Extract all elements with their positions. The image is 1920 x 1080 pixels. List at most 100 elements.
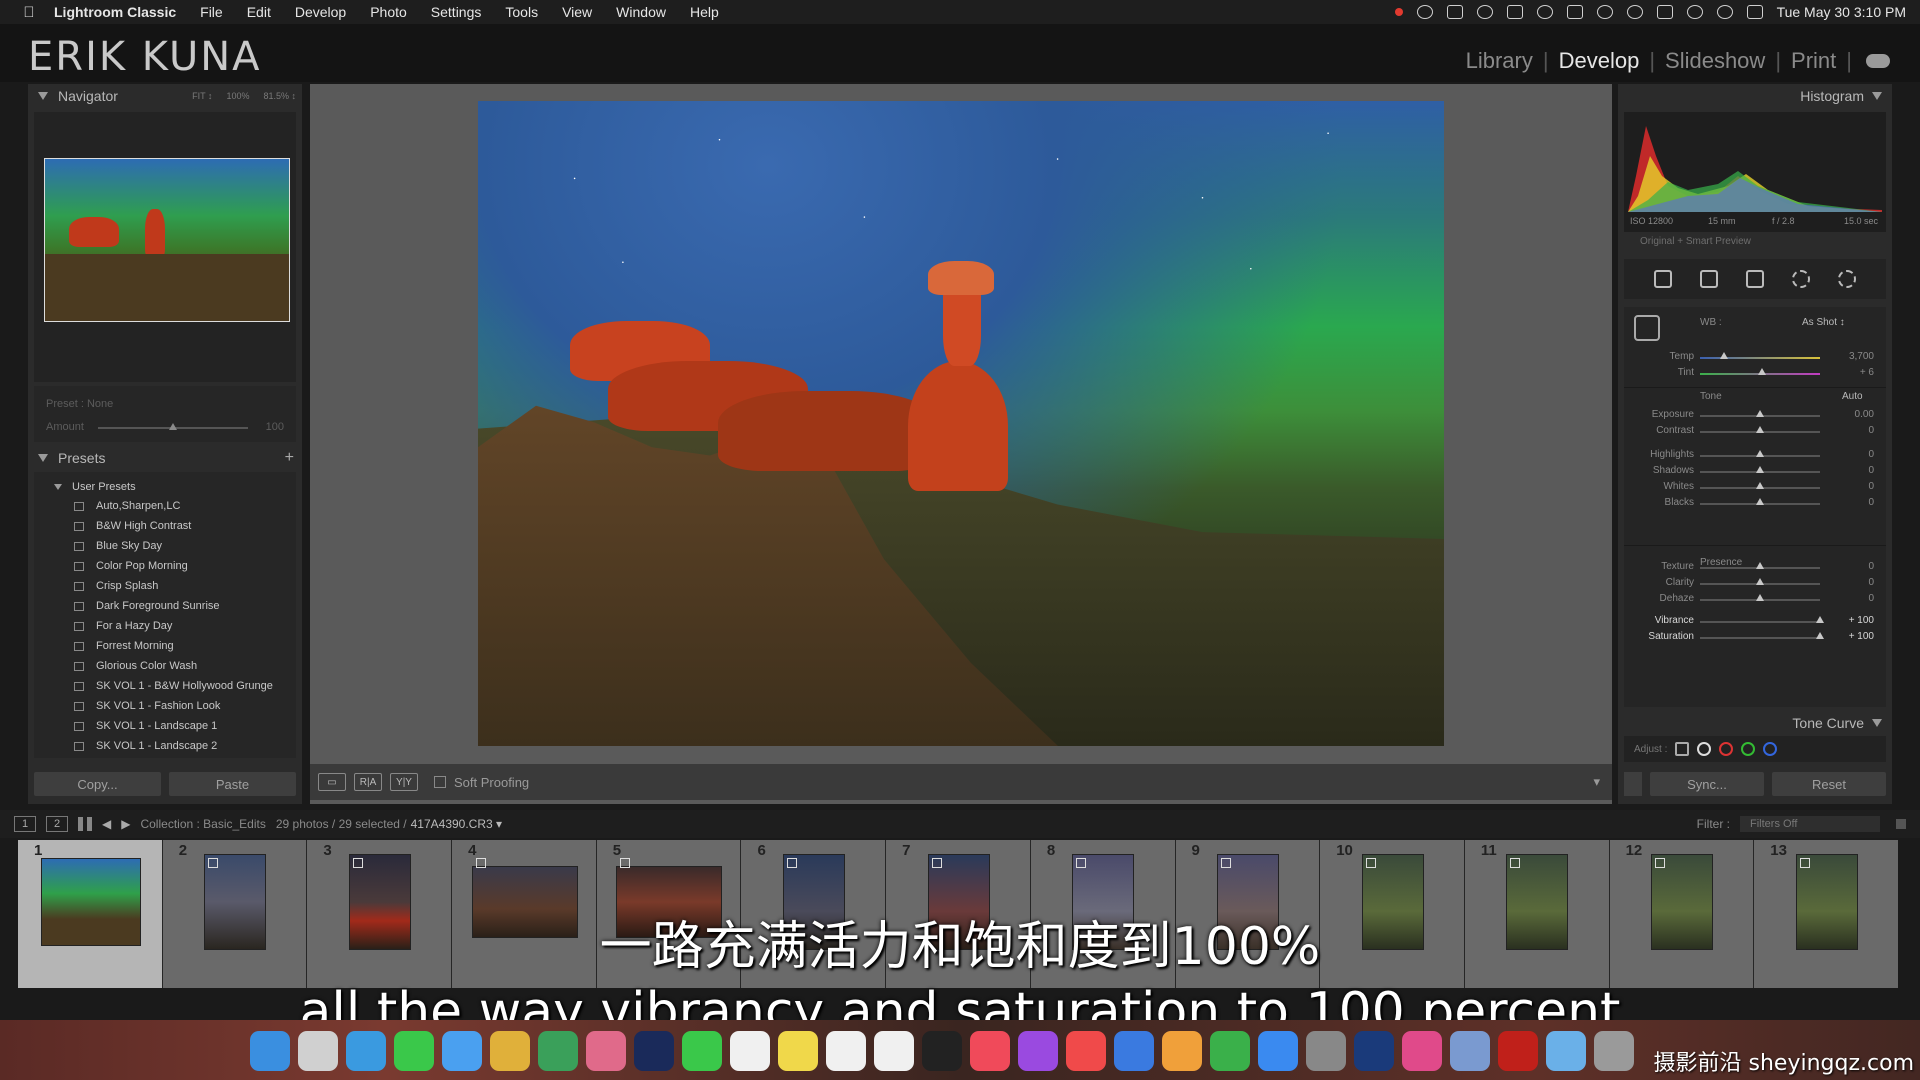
keynote-icon[interactable] [1114,1031,1154,1071]
collapse-triangle-icon[interactable] [1872,719,1882,727]
photos-icon[interactable] [586,1031,626,1071]
slider-thumb[interactable] [1756,482,1764,489]
messages-icon[interactable] [394,1031,434,1071]
navigator-thumbnail[interactable] [44,158,290,322]
nav-zoom-option[interactable]: 81.5% ↕ [263,91,296,101]
red-eye-icon[interactable] [1792,270,1810,288]
slider-clarity[interactable]: Clarity 0 [1624,575,1886,591]
smart-preview-status[interactable]: Original + Smart Preview [1618,236,1892,247]
slider-value[interactable]: 0 [1868,425,1874,436]
slider-thumb[interactable] [1816,616,1824,623]
slider-thumb[interactable] [1756,578,1764,585]
before-after-yy-icon[interactable]: Y|Y [390,773,418,791]
preset-item[interactable]: Blue Sky Day [34,536,296,556]
cloud-sync-icon[interactable] [1536,5,1553,19]
eyedropper-icon[interactable] [1634,315,1660,341]
healing-icon[interactable] [1746,270,1764,288]
flame-icon[interactable] [1596,5,1613,19]
histogram[interactable]: ISO 12800 15 mm f / 2.8 15.0 sec [1624,112,1886,232]
slider-thumb[interactable] [1816,632,1824,639]
preset-item[interactable]: SK VOL 1 - Fashion Look [34,696,296,716]
slack-icon[interactable] [1402,1031,1442,1071]
blue-channel-icon[interactable] [1763,742,1778,756]
collapse-triangle-icon[interactable] [38,454,48,462]
module-slideshow[interactable]: Slideshow [1655,48,1775,74]
calendar-icon[interactable] [730,1031,770,1071]
preset-item[interactable]: Forrest Morning [34,636,296,656]
slider-whites[interactable]: Whites 0 [1624,479,1886,495]
nav-100-option[interactable]: 100% [226,91,249,101]
sync-button[interactable]: Sync... [1650,772,1764,796]
page-1-button[interactable]: 1 [14,816,36,832]
before-after-lr-icon[interactable]: R|A [354,773,382,791]
slider-thumb[interactable] [1756,498,1764,505]
slider-thumb[interactable] [1756,410,1764,417]
reset-button[interactable]: Reset [1772,772,1886,796]
menu-settings[interactable]: Settings [419,4,494,20]
control-center-icon[interactable] [1746,5,1763,19]
apple-menu-icon[interactable]:  [18,4,40,21]
current-filename[interactable]: 417A4390.CR3 ▾ [411,817,502,831]
menu-window[interactable]: Window [604,4,678,20]
wb-select[interactable]: As Shot ↕ [1802,317,1845,328]
photoshop-icon[interactable] [1354,1031,1394,1071]
collapse-triangle-icon[interactable] [1872,92,1882,100]
acrobat-icon[interactable] [1498,1031,1538,1071]
filter-lock-icon[interactable] [1896,819,1906,829]
folder-icon[interactable] [1546,1031,1586,1071]
menu-file[interactable]: File [188,4,235,20]
edit-sliders-icon[interactable] [1654,270,1672,288]
slider-value[interactable]: + 6 [1860,367,1874,378]
slider-track[interactable] [1700,637,1820,639]
slider-dehaze[interactable]: Dehaze 0 [1624,591,1886,607]
slider-value[interactable]: 0 [1868,465,1874,476]
music-icon[interactable] [970,1031,1010,1071]
slider-track[interactable] [1700,357,1820,359]
calendar-tray-icon[interactable] [1446,5,1463,19]
page-2-button[interactable]: 2 [46,816,68,832]
preset-item[interactable]: Crisp Splash [34,576,296,596]
slider-value[interactable]: 0 [1868,561,1874,572]
toolbar-menu-caret-icon[interactable]: ▾ [1593,774,1600,790]
cloud-icon[interactable] [1866,54,1890,68]
slider-texture[interactable]: Texture 0 [1624,559,1886,575]
soft-proofing-checkbox[interactable] [434,776,446,788]
finder-icon[interactable] [250,1031,290,1071]
menu-tools[interactable]: Tools [493,4,550,20]
safari-icon[interactable] [346,1031,386,1071]
slider-thumb[interactable] [1756,450,1764,457]
slider-value[interactable]: 0 [1868,497,1874,508]
histogram-header[interactable]: Histogram [1618,84,1892,108]
menu-develop[interactable]: Develop [283,4,358,20]
filter-select[interactable]: Filters Off [1740,816,1880,832]
menu-help[interactable]: Help [678,4,731,20]
slider-exposure[interactable]: Exposure 0.00 [1624,407,1886,423]
grid-view-icon[interactable] [78,817,92,831]
battery-icon[interactable] [1656,5,1673,19]
slider-value[interactable]: 0.00 [1855,409,1874,420]
presets-header[interactable]: Presets + [28,446,302,470]
slider-track[interactable] [1700,621,1820,623]
mail-icon[interactable] [442,1031,482,1071]
nav-fit-option[interactable]: FIT ↕ [192,91,212,101]
preset-group-user[interactable]: User Presets [34,478,296,496]
wifi-icon[interactable] [1686,5,1703,19]
preset-item[interactable]: SK VOL 1 - Landscape 2 [34,736,296,756]
upload-icon[interactable] [1476,5,1493,19]
preset-item[interactable]: Auto,Sharpen,LC [34,496,296,516]
navigator-header[interactable]: Navigator FIT ↕ 100% 81.5% ↕ [28,84,302,108]
pages-icon[interactable] [1162,1031,1202,1071]
slider-blacks[interactable]: Blacks 0 [1624,495,1886,511]
chrome-icon[interactable] [490,1031,530,1071]
menu-photo[interactable]: Photo [358,4,419,20]
launchpad-icon[interactable] [298,1031,338,1071]
module-develop[interactable]: Develop [1549,48,1650,74]
add-preset-icon[interactable]: + [285,449,294,467]
crop-icon[interactable] [1700,270,1718,288]
moon-icon[interactable] [1626,5,1643,19]
module-print[interactable]: Print [1781,48,1846,74]
spotlight-icon[interactable] [1716,5,1733,19]
slider-temp[interactable]: Temp 3,700 [1624,349,1886,365]
lightroom-icon[interactable] [634,1031,674,1071]
parametric-curve-icon[interactable] [1675,742,1690,756]
